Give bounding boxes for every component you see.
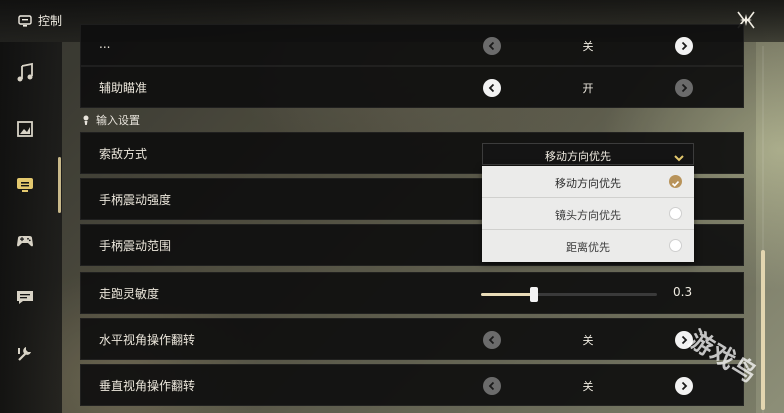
chevron-left-icon xyxy=(488,41,495,51)
dropdown-option-camera-direction[interactable]: 镜头方向优先 xyxy=(482,198,694,230)
arrow-left-button[interactable] xyxy=(483,37,501,55)
chevron-right-icon xyxy=(681,83,688,93)
chevron-left-icon xyxy=(488,335,495,345)
sensitivity-value: 0.3 xyxy=(673,285,693,299)
watermark-text: 游戏鸟 xyxy=(683,325,763,389)
sidebar-active-indicator xyxy=(58,157,61,213)
controls-icon xyxy=(17,178,33,192)
invert-vertical-value: 关 xyxy=(582,380,594,393)
aim-assist-prev-button[interactable] xyxy=(483,79,501,97)
chevron-left-icon xyxy=(488,83,495,93)
row-label: ... xyxy=(99,37,111,51)
sidebar-item-audio[interactable] xyxy=(14,62,36,84)
toggle-value: 关 xyxy=(582,40,594,53)
sidebar-item-gamepad[interactable] xyxy=(14,230,36,252)
dropdown-option-distance[interactable]: 距离优先 xyxy=(482,230,694,262)
target-mode-dropdown[interactable]: 移动方向优先 xyxy=(482,143,694,165)
sidebar-item-chat[interactable] xyxy=(14,286,36,308)
sprint-sensitivity-label: 走跑灵敏度 xyxy=(99,287,160,301)
chevron-left-icon xyxy=(488,381,495,391)
invert-vertical-label: 垂直视角操作翻转 xyxy=(99,379,196,393)
controls-icon xyxy=(18,14,32,28)
header-title-wrap: 控制 xyxy=(18,12,62,29)
slider-fill xyxy=(481,293,534,296)
sensitivity-slider[interactable] xyxy=(481,287,657,302)
settings-row-aim-assist: 辅助瞄准 开 xyxy=(80,66,744,108)
sidebar-item-controls[interactable] xyxy=(14,174,36,196)
invert-horizontal-label: 水平视角操作翻转 xyxy=(99,333,196,347)
sidebar-item-display[interactable] xyxy=(14,118,36,140)
option-label: 距离优先 xyxy=(566,241,610,254)
option-label: 移动方向优先 xyxy=(555,177,621,190)
dropdown-option-move-direction[interactable]: 移动方向优先 xyxy=(482,166,694,198)
watermark-logo: 游戏鸟 xyxy=(684,320,782,400)
radio-empty-icon xyxy=(669,239,682,252)
slider-thumb[interactable] xyxy=(529,287,538,302)
section-title: 输入设置 xyxy=(96,114,140,127)
dropdown-selected-value: 移动方向优先 xyxy=(545,150,611,163)
settings-row-invert-vertical: 垂直视角操作翻转 关 xyxy=(80,364,744,406)
chevron-right-icon xyxy=(681,41,688,51)
chat-icon xyxy=(17,291,33,304)
aim-assist-next-button[interactable] xyxy=(675,79,693,97)
arrow-right-button[interactable] xyxy=(675,37,693,55)
invert-horizontal-prev-button[interactable] xyxy=(483,331,501,349)
partial-toggle: 关 xyxy=(481,35,695,57)
person-icon xyxy=(83,115,89,125)
invert-horizontal-toggle: 关 xyxy=(481,329,695,351)
settings-row-partial: ... 关 xyxy=(80,24,744,66)
vibration-range-label: 手柄震动范围 xyxy=(99,239,172,253)
chevron-right-icon xyxy=(681,381,688,391)
dropdown-options-list: 移动方向优先 镜头方向优先 距离优先 xyxy=(482,166,694,262)
section-header-input: 输入设置 xyxy=(80,112,140,128)
display-icon xyxy=(17,121,33,137)
wrench-icon xyxy=(18,347,31,361)
aim-assist-toggle: 开 xyxy=(481,77,695,99)
page-title: 控制 xyxy=(38,14,63,28)
aim-assist-value: 开 xyxy=(582,82,594,95)
sidebar-item-other[interactable] xyxy=(14,342,36,364)
settings-row-invert-horizontal: 水平视角操作翻转 关 xyxy=(80,318,744,360)
option-label: 镜头方向优先 xyxy=(555,209,621,222)
gamepad-icon xyxy=(17,236,33,247)
invert-horizontal-value: 关 xyxy=(582,334,594,347)
target-mode-label: 索敌方式 xyxy=(99,147,148,161)
aim-assist-label: 辅助瞄准 xyxy=(99,81,148,95)
sidebar xyxy=(0,42,62,413)
settings-row-sprint-sensitivity: 走跑灵敏度 0.3 xyxy=(80,272,744,314)
music-note-icon xyxy=(17,62,33,82)
check-circle-icon xyxy=(669,175,682,188)
invert-vertical-toggle: 关 xyxy=(481,375,695,397)
radio-empty-icon xyxy=(669,207,682,220)
vibration-strength-label: 手柄震动强度 xyxy=(99,193,172,207)
invert-vertical-prev-button[interactable] xyxy=(483,377,501,395)
